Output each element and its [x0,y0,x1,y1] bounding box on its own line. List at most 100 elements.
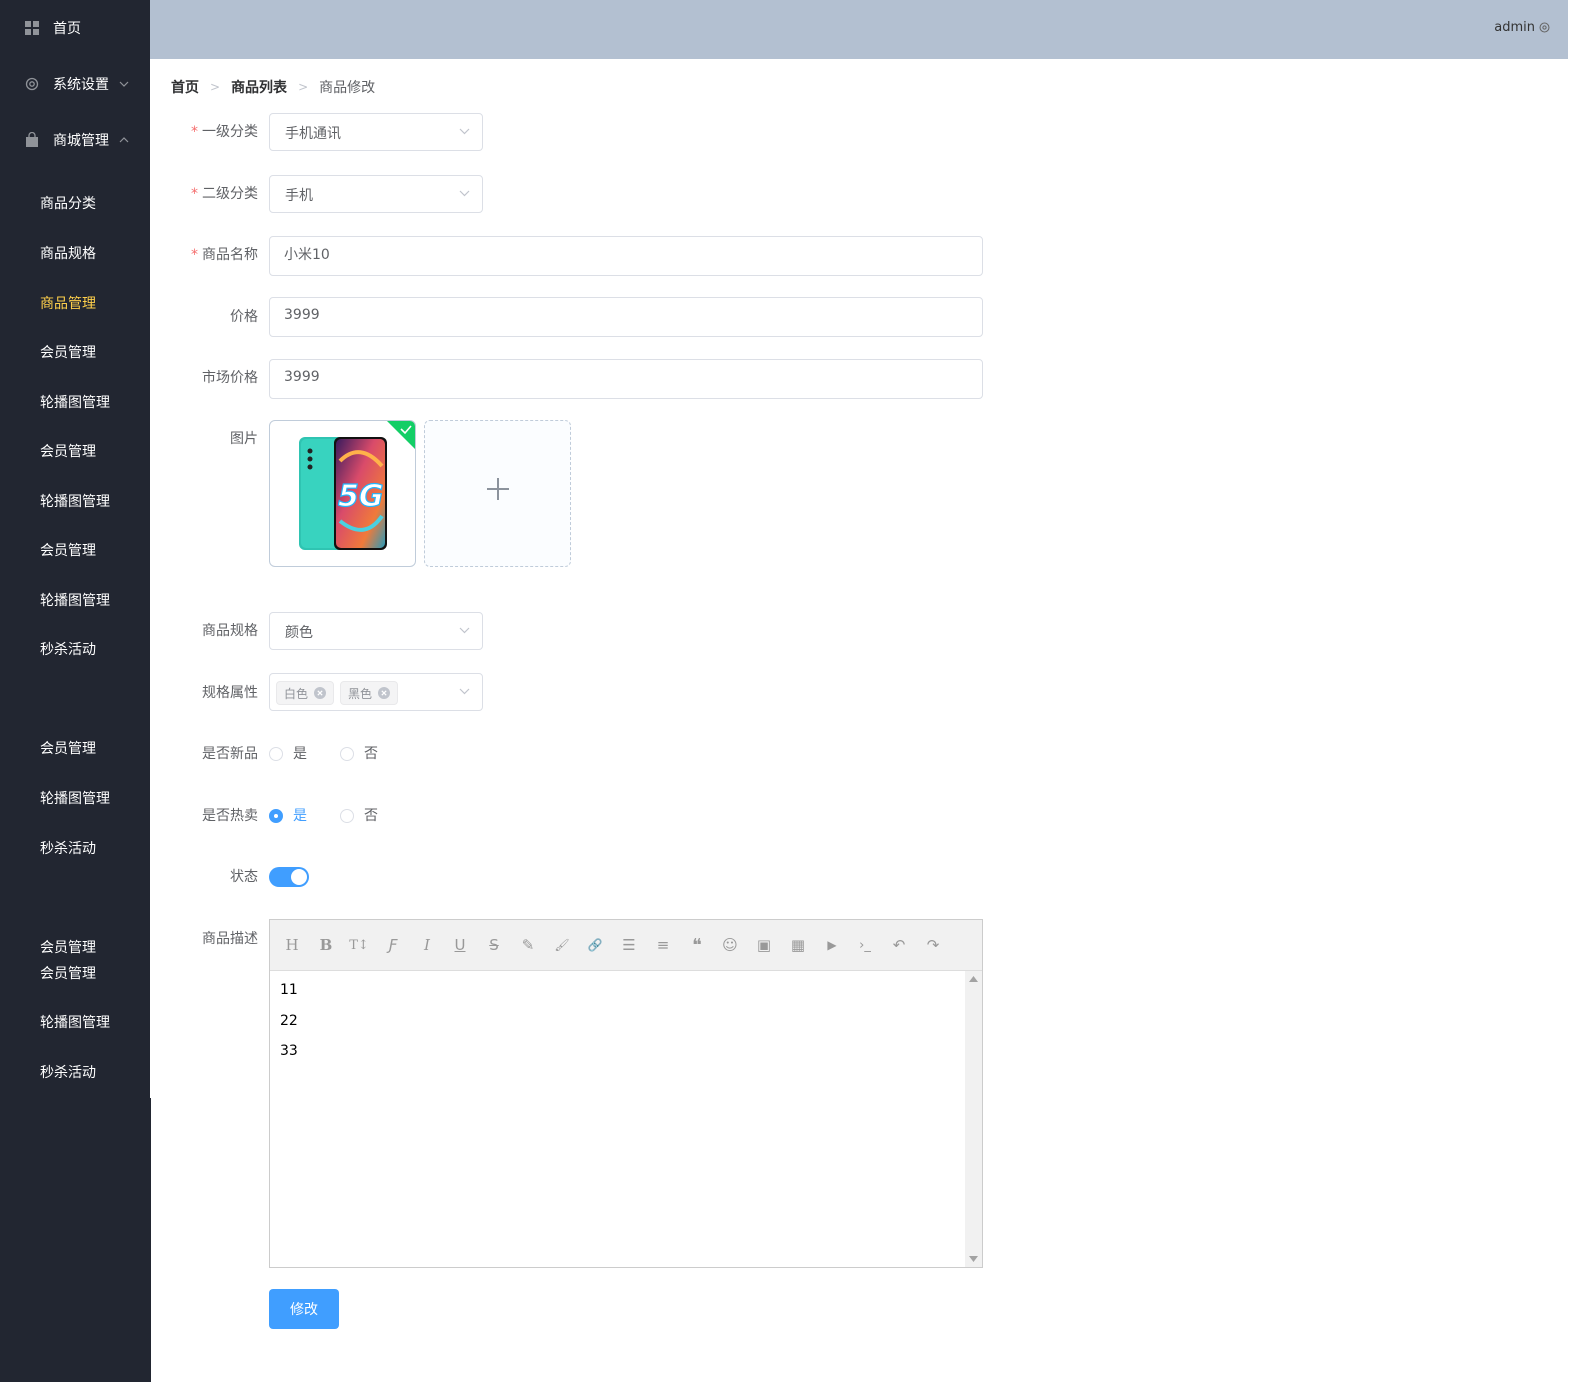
editor-paragraph: 33 [280,1043,298,1059]
background-color-icon[interactable]: 🖌 [552,935,572,955]
price-field[interactable] [269,297,983,337]
is-new-no-radio[interactable] [340,747,354,761]
is-new-yes-label[interactable]: 是 [293,744,307,764]
chevron-down-icon [459,627,470,634]
sidebar-item-carousel-management[interactable]: 轮播图管理 [40,492,110,512]
grid-icon [25,21,39,35]
rich-text-editor: H B T↕ Ƒ I U S ✎ 🖌 🔗 ☰ ≡ ❝ ☺ ▣ ▦ ▶ ›_ ↶ … [269,919,983,1268]
sidebar-item-member-management[interactable]: 会员管理 [40,739,96,759]
chevron-down-icon [459,190,470,197]
category1-select[interactable]: 手机通讯 [269,113,483,151]
required-mark: * [191,124,198,140]
user-menu[interactable]: admin [1494,20,1551,35]
is-new-no-label[interactable]: 否 [364,744,378,764]
is-hot-yes-label[interactable]: 是 [293,806,307,826]
market-price-input[interactable] [284,369,964,385]
sidebar-item-product-category[interactable]: 商品分类 [40,194,96,214]
is-new-yes-radio[interactable] [269,747,283,761]
sidebar-item-member-management[interactable]: 会员管理 [40,343,96,363]
chevron-down-icon [119,81,129,87]
category2-select[interactable]: 手机 [269,175,483,213]
tag-label: 白色 [284,686,309,701]
breadcrumb-home[interactable]: 首页 [171,77,199,97]
sidebar: 首页 系统设置 商城管理 商品分类 商品规格 商品管理 会员管理 轮播图管理 会… [0,0,150,1382]
align-icon[interactable]: ≡ [653,935,673,955]
sidebar-item-system-settings[interactable]: 系统设置 [0,56,150,112]
sidebar-item-member-management[interactable]: 会员管理 [40,964,96,984]
spec-label: 商品规格 [202,623,258,639]
description-label: 商品描述 [202,931,258,947]
italic-icon[interactable]: I [417,935,437,955]
table-icon[interactable]: ▦ [788,935,808,955]
spec-select[interactable]: 颜色 [269,612,483,650]
sidebar-item-flash-sale[interactable]: 秒杀活动 [40,839,96,859]
category2-label: * 二级分类 [191,184,258,204]
status-toggle[interactable] [269,867,309,887]
spec-attr-tag: 黑色 [340,681,399,705]
product-name-field[interactable] [269,236,983,276]
breadcrumb-separator: > [210,80,221,94]
breadcrumb-product-list[interactable]: 商品列表 [231,77,287,97]
tag-label: 黑色 [348,686,373,701]
sidebar-item-flash-sale[interactable]: 秒杀活动 [40,640,96,660]
editor-scrollbar[interactable] [965,971,982,1267]
sidebar-item-flash-sale[interactable]: 秒杀活动 [40,1063,96,1083]
font-size-icon[interactable]: T↕ [349,935,369,955]
breadcrumb-current: 商品修改 [319,80,376,96]
sidebar-item-member-management[interactable]: 会员管理 [40,938,96,958]
video-icon[interactable]: ▶ [822,935,842,955]
breadcrumb-separator: > [298,80,309,94]
sidebar-item-label: 首页 [53,21,81,37]
undo-icon[interactable]: ↶ [889,935,909,955]
sidebar-item-mall-management[interactable]: 商城管理 [0,112,150,168]
sidebar-item-carousel-management[interactable]: 轮播图管理 [40,789,110,809]
font-family-icon[interactable]: Ƒ [383,935,403,955]
sidebar-item-carousel-management[interactable]: 轮播图管理 [40,393,110,413]
heading-icon[interactable]: H [282,935,302,955]
redo-icon[interactable]: ↷ [923,935,943,955]
bold-icon[interactable]: B [316,935,336,955]
sidebar-item-product-spec[interactable]: 商品规格 [40,244,96,264]
scroll-down-icon[interactable] [969,1256,978,1262]
spec-attr-tag: 白色 [276,681,335,705]
close-icon[interactable] [378,687,391,699]
is-hot-no-radio[interactable] [340,809,354,823]
list-icon[interactable]: ☰ [619,935,639,955]
sidebar-item-label: 商城管理 [53,133,109,149]
is-hot-no-label[interactable]: 否 [364,806,378,826]
plus-icon [487,478,509,500]
sidebar-item-member-management[interactable]: 会员管理 [40,442,96,462]
submit-button[interactable]: 修改 [269,1289,339,1329]
price-label: 价格 [230,309,258,325]
strikethrough-icon[interactable]: S [484,935,504,955]
font-color-icon[interactable]: ✎ [518,935,538,955]
editor-content[interactable]: 11 22 33 [270,971,964,1267]
sidebar-item-home[interactable]: 首页 [0,0,150,56]
editor-paragraph: 22 [280,1013,298,1029]
image-icon[interactable]: ▣ [754,935,774,955]
code-icon[interactable]: ›_ [855,935,875,955]
image-upload-button[interactable] [424,420,571,567]
emoticon-icon[interactable]: ☺ [720,935,740,955]
gear-icon [1539,22,1550,33]
product-name-input[interactable] [284,246,964,262]
category1-label-text: 一级分类 [202,124,258,140]
quote-icon[interactable]: ❝ [687,935,707,956]
uploaded-image-thumbnail[interactable]: 5G [269,420,416,567]
close-icon[interactable] [314,687,327,699]
sidebar-item-product-management[interactable]: 商品管理 [40,294,96,314]
gear-icon [25,77,39,91]
price-input[interactable] [284,307,964,323]
scroll-up-icon[interactable] [969,976,978,982]
sidebar-item-carousel-management[interactable]: 轮播图管理 [40,1013,110,1033]
upload-success-badge [387,421,415,449]
required-mark: * [191,186,198,202]
sidebar-item-member-management[interactable]: 会员管理 [40,541,96,561]
market-price-field[interactable] [269,359,983,399]
is-hot-yes-radio[interactable] [269,809,283,823]
image-label: 图片 [230,431,258,447]
link-icon[interactable]: 🔗 [585,935,605,955]
editor-toolbar: H B T↕ Ƒ I U S ✎ 🖌 🔗 ☰ ≡ ❝ ☺ ▣ ▦ ▶ ›_ ↶ … [270,920,982,971]
underline-icon[interactable]: U [450,935,470,955]
sidebar-item-carousel-management[interactable]: 轮播图管理 [40,591,110,611]
